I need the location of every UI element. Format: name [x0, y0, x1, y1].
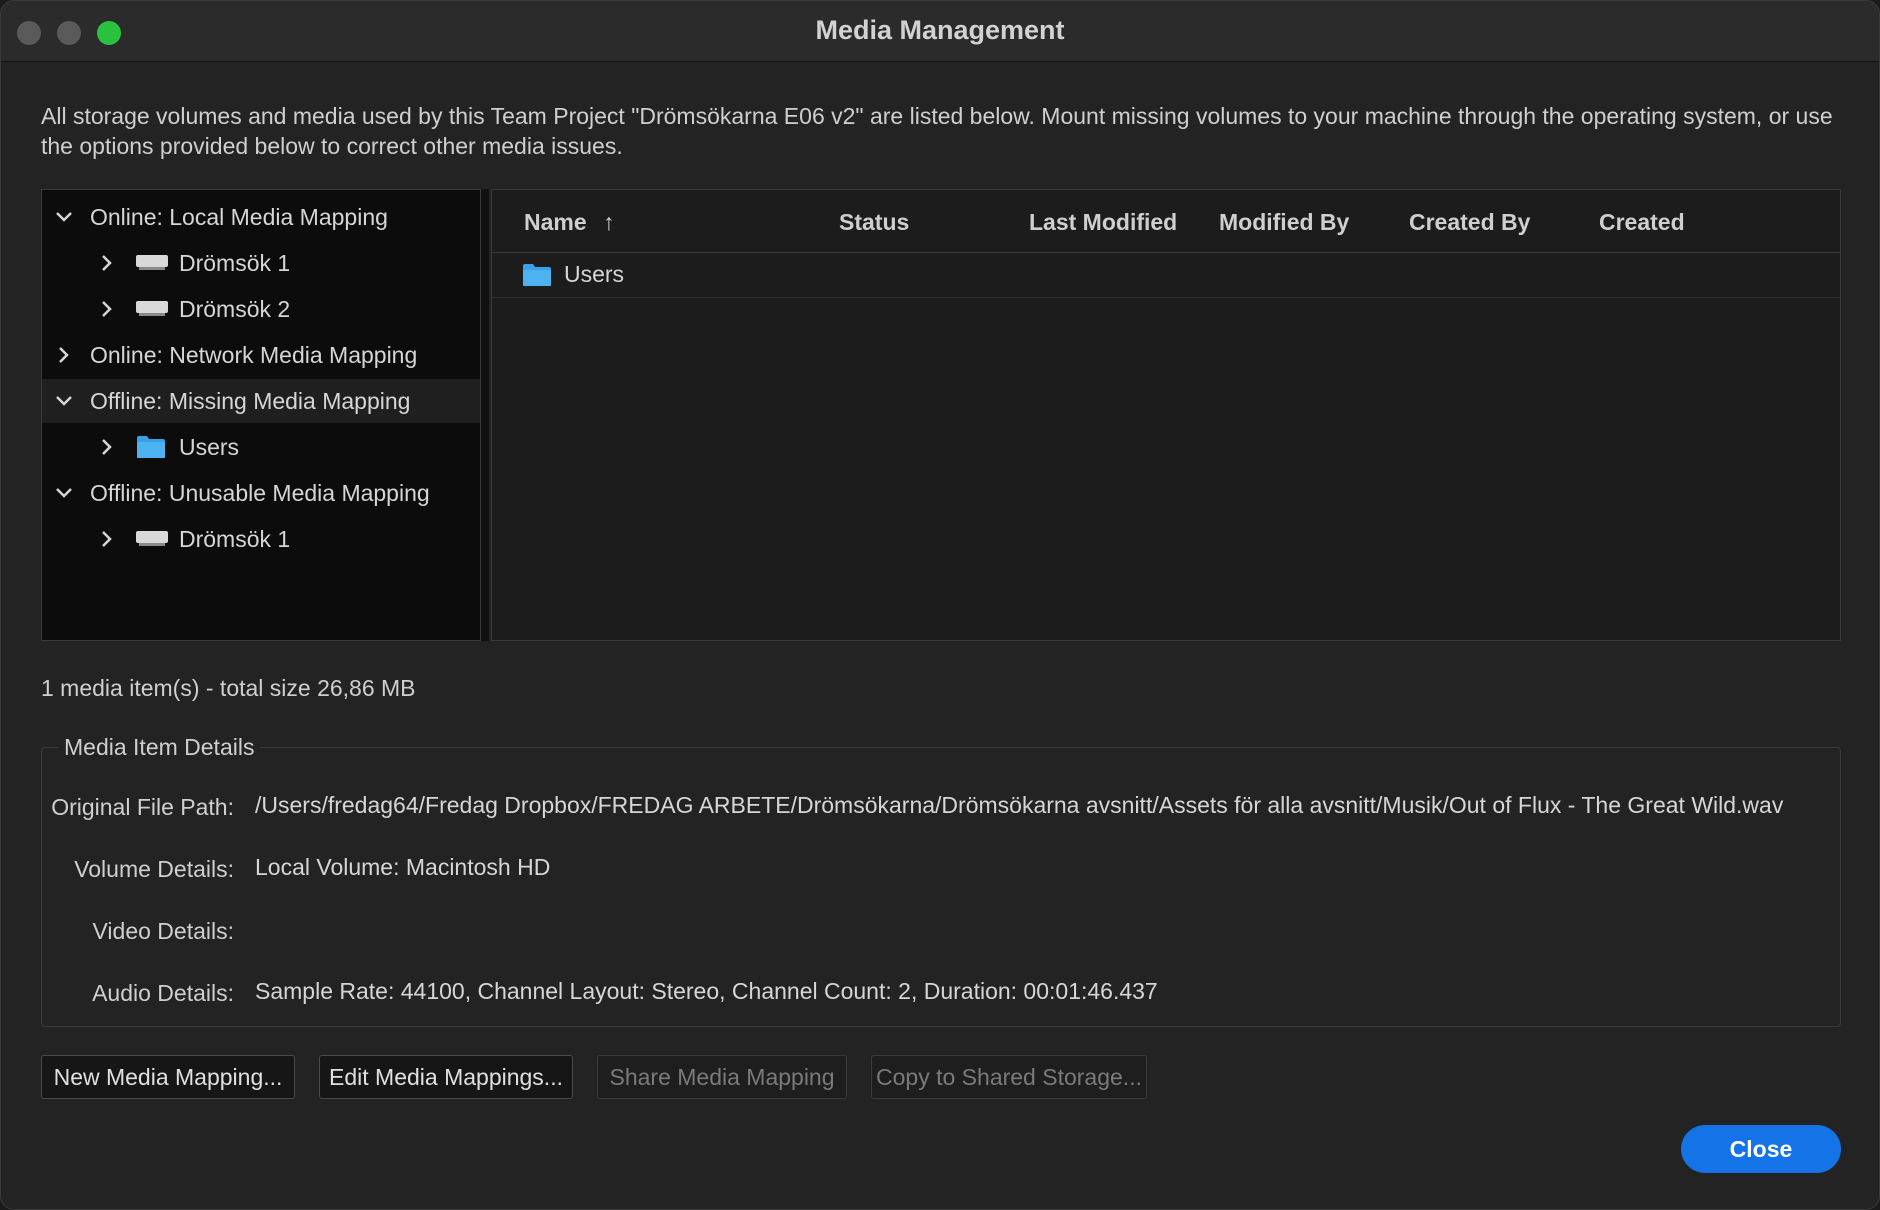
folder-icon [137, 436, 165, 458]
tree-group-online-local[interactable]: Online: Local Media Mapping [42, 195, 480, 239]
window-title: Media Management [815, 15, 1065, 45]
tree-item-label: Drömsök 1 [179, 249, 291, 276]
original-file-path-label: Original File Path: [51, 794, 234, 820]
column-header-last-modified[interactable]: Last Modified [1029, 209, 1177, 236]
column-header-created[interactable]: Created [1599, 209, 1685, 236]
edit-media-mappings-button[interactable]: Edit Media Mappings... [319, 1055, 573, 1099]
chevron-down-icon[interactable] [50, 387, 78, 415]
close-button[interactable]: Close [1681, 1125, 1841, 1173]
share-media-mapping-button[interactable]: Share Media Mapping [597, 1055, 847, 1099]
volume-details-label: Volume Details: [74, 856, 234, 882]
volume-details-value: Local Volume: Macintosh HD [255, 854, 551, 880]
column-header-modified-by[interactable]: Modified By [1219, 209, 1349, 236]
media-summary: 1 media item(s) - total size 26,86 MB [41, 675, 416, 701]
drive-icon [136, 531, 168, 546]
column-header-status[interactable]: Status [839, 209, 909, 236]
folder-icon [523, 264, 551, 286]
table-cell-name: Users [564, 261, 625, 287]
chevron-right-icon[interactable] [50, 341, 78, 369]
tree-item-dromsok-1-unusable[interactable]: Drömsök 1 [42, 517, 480, 561]
audio-details-label: Audio Details: [92, 980, 234, 1006]
dialog-description: All storage volumes and media used by th… [41, 103, 1833, 159]
sort-ascending-icon: ↑ [603, 209, 615, 235]
tree-group-label: Offline: Missing Media Mapping [90, 387, 411, 414]
tree-item-label: Drömsök 1 [179, 525, 291, 552]
media-mapping-tree: Online: Local Media Mapping Drömsök 1 Dr… [41, 189, 481, 641]
tree-group-offline-missing[interactable]: Offline: Missing Media Mapping [42, 379, 480, 423]
media-table: Name ↑ Status Last Modified Modified By … [491, 189, 1841, 641]
tree-item-dromsok-1[interactable]: Drömsök 1 [42, 241, 480, 285]
table-row[interactable]: Users [492, 253, 1840, 298]
title-bar: Media Management [1, 1, 1879, 62]
tree-group-label: Offline: Unusable Media Mapping [90, 479, 430, 506]
tree-group-online-network[interactable]: Online: Network Media Mapping [42, 333, 480, 377]
media-management-dialog: Media Management All storage volumes and… [0, 0, 1880, 1210]
details-legend: Media Item Details [58, 734, 261, 761]
panel-splitter[interactable] [481, 189, 489, 641]
chevron-right-icon[interactable] [93, 433, 121, 461]
media-item-details: Media Item Details Original File Path: /… [41, 734, 1841, 1027]
tree-item-dromsok-2[interactable]: Drömsök 2 [42, 287, 480, 331]
tree-group-offline-unusable[interactable]: Offline: Unusable Media Mapping [42, 471, 480, 515]
drive-icon [136, 301, 168, 316]
column-header-name[interactable]: Name ↑ [524, 209, 615, 236]
tree-item-label: Drömsök 2 [179, 295, 291, 322]
chevron-right-icon[interactable] [93, 525, 121, 553]
tree-item-label: Users [179, 433, 240, 460]
audio-details-value: Sample Rate: 44100, Channel Layout: Ster… [255, 978, 1158, 1004]
column-header-created-by[interactable]: Created By [1409, 209, 1530, 236]
chevron-down-icon[interactable] [50, 479, 78, 507]
table-header: Name ↑ Status Last Modified Modified By … [492, 190, 1840, 253]
new-media-mapping-button[interactable]: New Media Mapping... [41, 1055, 295, 1099]
video-details-label: Video Details: [92, 918, 235, 944]
copy-to-shared-storage-button[interactable]: Copy to Shared Storage... [871, 1055, 1147, 1099]
chevron-right-icon[interactable] [93, 249, 121, 277]
tree-group-label: Online: Local Media Mapping [90, 203, 388, 230]
chevron-right-icon[interactable] [93, 295, 121, 323]
chevron-down-icon[interactable] [50, 203, 78, 231]
tree-group-label: Online: Network Media Mapping [90, 341, 418, 368]
drive-icon [136, 255, 168, 270]
tree-item-users[interactable]: Users [42, 425, 480, 469]
original-file-path-value: /Users/fredag64/Fredag Dropbox/FREDAG AR… [255, 792, 1784, 818]
